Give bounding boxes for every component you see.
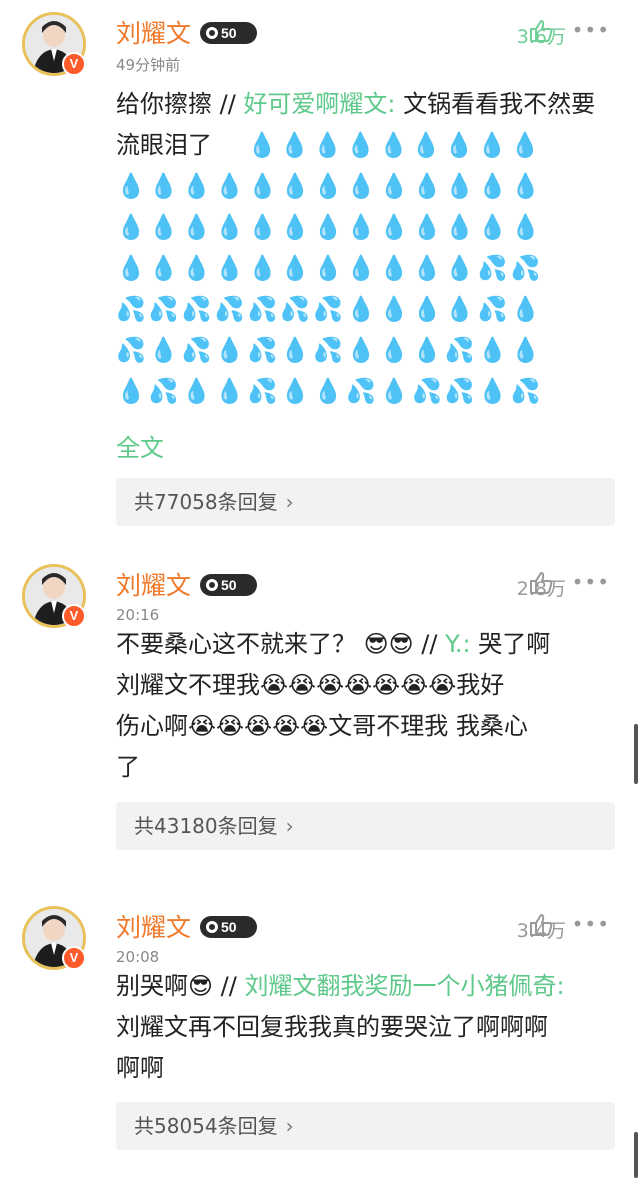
replies-label: 共58054条回复 [134,1114,278,1138]
verified-v-badge: V [62,52,86,76]
thumbs-up-icon[interactable] [528,18,554,44]
replies-button[interactable]: 共58054条回复 › [116,1102,615,1150]
level-value: 50 [221,25,237,41]
username[interactable]: 刘耀文 [116,566,191,602]
comment-body-line-3: 伤心啊😭😭😭😭😭文哥不理我 我桑心 [116,712,528,740]
replies-button[interactable]: 共77058条回复 › [116,478,615,526]
reply-prefix: 给你擦擦 // [116,90,244,118]
body-text: 别哭啊😎 // [116,972,245,1000]
thumbs-up-icon[interactable] [528,912,554,938]
level-badge: 50 [200,574,257,596]
replies-button[interactable]: 共43180条回复 › [116,802,615,850]
body-text: 哭了啊 [470,630,551,658]
emoji-row-3: 💧💧💧💧💧💧💧💧💧💧💧💧💧 [116,213,544,241]
more-dots-icon[interactable]: ••• [572,912,610,936]
scrollbar-thumb[interactable] [634,724,638,784]
comment-body-line-2: 刘耀文不理我😭😭😭😭😭😭😭我好 [116,671,505,699]
verified-v-badge: V [62,946,86,970]
timestamp: 20:16 [116,606,160,624]
emoji-row-2: 💧💧💧💧💧💧💧💧💧💧💧💧💧 [116,172,544,200]
eye-icon [206,27,218,39]
thumbs-up-icon[interactable] [528,570,554,596]
username[interactable]: 刘耀文 [116,14,191,50]
emoji-row-7: 💧💦💧💧💦💧💧💦💧💦💦💧💦 [116,377,544,405]
chevron-right-icon: › [285,490,294,514]
level-value: 50 [221,919,237,935]
comment-body-line-2: 刘耀文再不回复我我真的要哭泣了啊啊啊 [116,1013,548,1041]
eye-icon [206,921,218,933]
more-dots-icon[interactable]: ••• [572,570,610,594]
eye-icon [206,579,218,591]
comment-body-line-1: 别哭啊😎 // 刘耀文翻我奖励一个小猪佩奇: [116,966,626,1007]
comment-body-line-4: 了 [116,753,140,781]
body-text: 不要桑心这不就来了？ 😎😎 // [116,630,446,658]
emoji-row-6: 💦💧💦💧💦💧💦💧💧💧💦💧💧 [116,336,544,364]
quoted-user-link[interactable]: 刘耀文翻我奖励一个小猪佩奇: [244,972,564,1000]
emoji-row-4: 💧💧💧💧💧💧💧💧💧💧💧💦💦 [116,254,544,282]
quoted-user-link[interactable]: 好可爱啊耀文: [243,90,395,118]
timestamp: 49分钟前 [116,56,181,74]
emoji-row-1: 💧💧💧💧💧💧💧💧💧 [247,131,543,159]
more-dots-icon[interactable]: ••• [572,18,610,42]
comment-body-line-1: 不要桑心这不就来了？ 😎😎 // Y.: 哭了啊 [116,624,610,665]
level-badge: 50 [200,916,257,938]
comment-body-line-3: 啊啊 [116,1054,164,1082]
timestamp: 20:08 [116,948,160,966]
emoji-row-5: 💦💦💦💦💦💦💦💧💧💧💧💦💧 [116,295,544,323]
replies-label: 共77058条回复 [134,490,278,514]
verified-v-badge: V [62,604,86,628]
full-text-link[interactable]: 全文 [116,428,164,463]
replies-label: 共43180条回复 [134,814,278,838]
scrollbar-thumb[interactable] [634,1132,638,1178]
level-value: 50 [221,577,237,593]
quoted-user-link[interactable]: Y.: [445,630,471,658]
chevron-right-icon: › [285,814,294,838]
chevron-right-icon: › [285,1114,294,1138]
level-badge: 50 [200,22,257,44]
username[interactable]: 刘耀文 [116,908,191,944]
